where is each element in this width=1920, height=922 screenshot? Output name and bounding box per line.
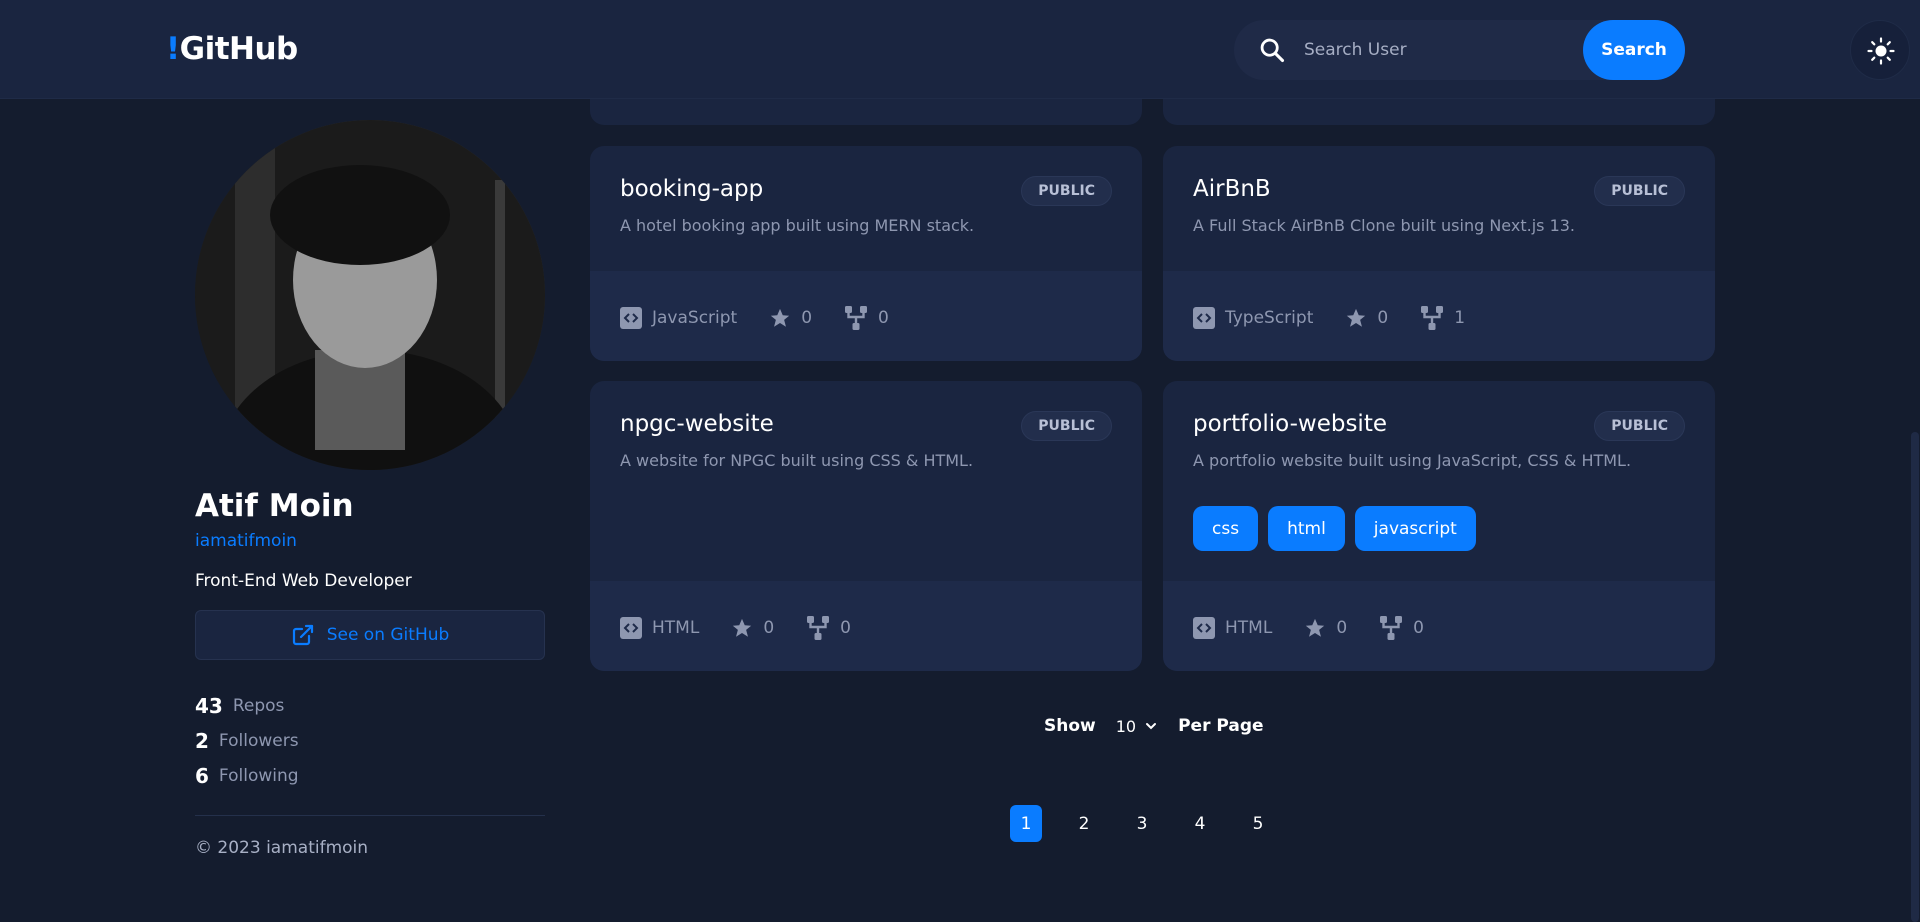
repo-description: A website for NPGC built using CSS & HTM… <box>620 451 974 470</box>
fork-icon <box>1421 306 1444 330</box>
repo-language: TypeScript <box>1193 307 1313 329</box>
star-icon <box>733 618 752 637</box>
repo-footer: JavaScript 0 0 <box>590 271 1142 361</box>
stat-repos: 43 Repos <box>195 693 285 718</box>
profile-bio: Front-End Web Developer <box>195 571 412 591</box>
page-button-1[interactable]: 1 <box>1010 805 1042 842</box>
per-page-control: Show 10 Per Page <box>1044 716 1264 736</box>
code-icon <box>1193 617 1215 639</box>
avatar <box>195 120 545 470</box>
top-navbar: !GitHub Search <box>0 0 1920 99</box>
repo-card[interactable]: AirBnB PUBLIC A Full Stack AirBnB Clone … <box>1163 146 1715 361</box>
search-input[interactable] <box>1304 34 1584 66</box>
stat-following: 6 Following <box>195 763 299 788</box>
repo-stars: 0 <box>731 617 774 639</box>
repo-footer: TypeScript 0 1 <box>1163 271 1715 361</box>
repo-card[interactable]: portfolio-website PUBLIC A portfolio web… <box>1163 381 1715 671</box>
stat-followers: 2 Followers <box>195 728 299 753</box>
repo-language: HTML <box>620 617 699 639</box>
sidebar-divider <box>195 815 545 816</box>
repo-forks: 0 <box>844 305 889 331</box>
repo-stars: 0 <box>1304 617 1347 639</box>
show-label: Show <box>1044 716 1096 736</box>
visibility-badge: PUBLIC <box>1594 411 1685 441</box>
search-button[interactable]: Search <box>1583 20 1685 80</box>
star-icon <box>1306 618 1325 637</box>
repo-card-partial[interactable] <box>590 99 1142 125</box>
code-icon <box>1193 307 1215 329</box>
fork-icon <box>807 616 830 640</box>
topic-tag[interactable]: javascript <box>1354 506 1476 551</box>
sun-icon <box>1867 37 1895 65</box>
repo-name[interactable]: portfolio-website <box>1193 411 1387 437</box>
external-link-icon <box>292 624 313 646</box>
code-icon <box>620 307 642 329</box>
code-icon <box>620 617 642 639</box>
page-button-5[interactable]: 5 <box>1242 805 1274 842</box>
star-icon <box>771 308 790 327</box>
repo-card-partial[interactable] <box>1163 99 1715 125</box>
topic-list: css html javascript <box>1193 506 1476 551</box>
fork-icon <box>1380 616 1403 640</box>
visibility-badge: PUBLIC <box>1021 411 1112 441</box>
repo-description: A portfolio website built using JavaScri… <box>1193 451 1632 470</box>
repo-forks: 1 <box>1420 305 1465 331</box>
repo-name[interactable]: AirBnB <box>1193 176 1271 202</box>
logo[interactable]: !GitHub <box>166 31 298 67</box>
repo-description: A Full Stack AirBnB Clone built using Ne… <box>1193 216 1576 235</box>
repo-forks: 0 <box>1379 615 1424 641</box>
profile-name: Atif Moin <box>195 488 354 524</box>
pagination: 1 2 3 4 5 <box>1010 805 1274 842</box>
repo-card[interactable]: booking-app PUBLIC A hotel booking app b… <box>590 146 1142 361</box>
page-button-3[interactable]: 3 <box>1126 805 1158 842</box>
scrollbar-thumb[interactable] <box>1911 432 1919 922</box>
repo-footer: HTML 0 0 <box>590 581 1142 671</box>
repo-stars: 0 <box>769 307 812 329</box>
visibility-badge: PUBLIC <box>1594 176 1685 206</box>
per-page-select[interactable]: 10 <box>1116 717 1158 736</box>
copyright: © 2023 iamatifmoin <box>195 838 369 858</box>
repo-footer: HTML 0 0 <box>1163 581 1715 671</box>
repo-name[interactable]: booking-app <box>620 176 763 202</box>
fork-icon <box>845 306 868 330</box>
repo-language: JavaScript <box>620 307 737 329</box>
see-on-github-button[interactable]: See on GitHub <box>195 610 545 660</box>
profile-username[interactable]: iamatifmoin <box>195 531 297 551</box>
chevron-down-icon <box>1146 723 1157 730</box>
topic-tag[interactable]: css <box>1193 506 1259 551</box>
repo-language: HTML <box>1193 617 1272 639</box>
star-icon <box>1347 308 1366 327</box>
theme-toggle-button[interactable] <box>1850 20 1910 80</box>
repo-stars: 0 <box>1345 307 1388 329</box>
repo-forks: 0 <box>806 615 851 641</box>
repo-name[interactable]: npgc-website <box>620 411 774 437</box>
visibility-badge: PUBLIC <box>1021 176 1112 206</box>
profile-stats: 43 Repos 2 Followers 6 Following <box>195 688 299 793</box>
page-button-2[interactable]: 2 <box>1068 805 1100 842</box>
search-icon <box>1260 38 1285 63</box>
search-bar: Search <box>1234 20 1685 80</box>
topic-tag[interactable]: html <box>1268 506 1345 551</box>
per-page-label: Per Page <box>1178 716 1264 736</box>
repo-description: A hotel booking app built using MERN sta… <box>620 216 975 235</box>
repo-card[interactable]: npgc-website PUBLIC A website for NPGC b… <box>590 381 1142 671</box>
page-button-4[interactable]: 4 <box>1184 805 1216 842</box>
